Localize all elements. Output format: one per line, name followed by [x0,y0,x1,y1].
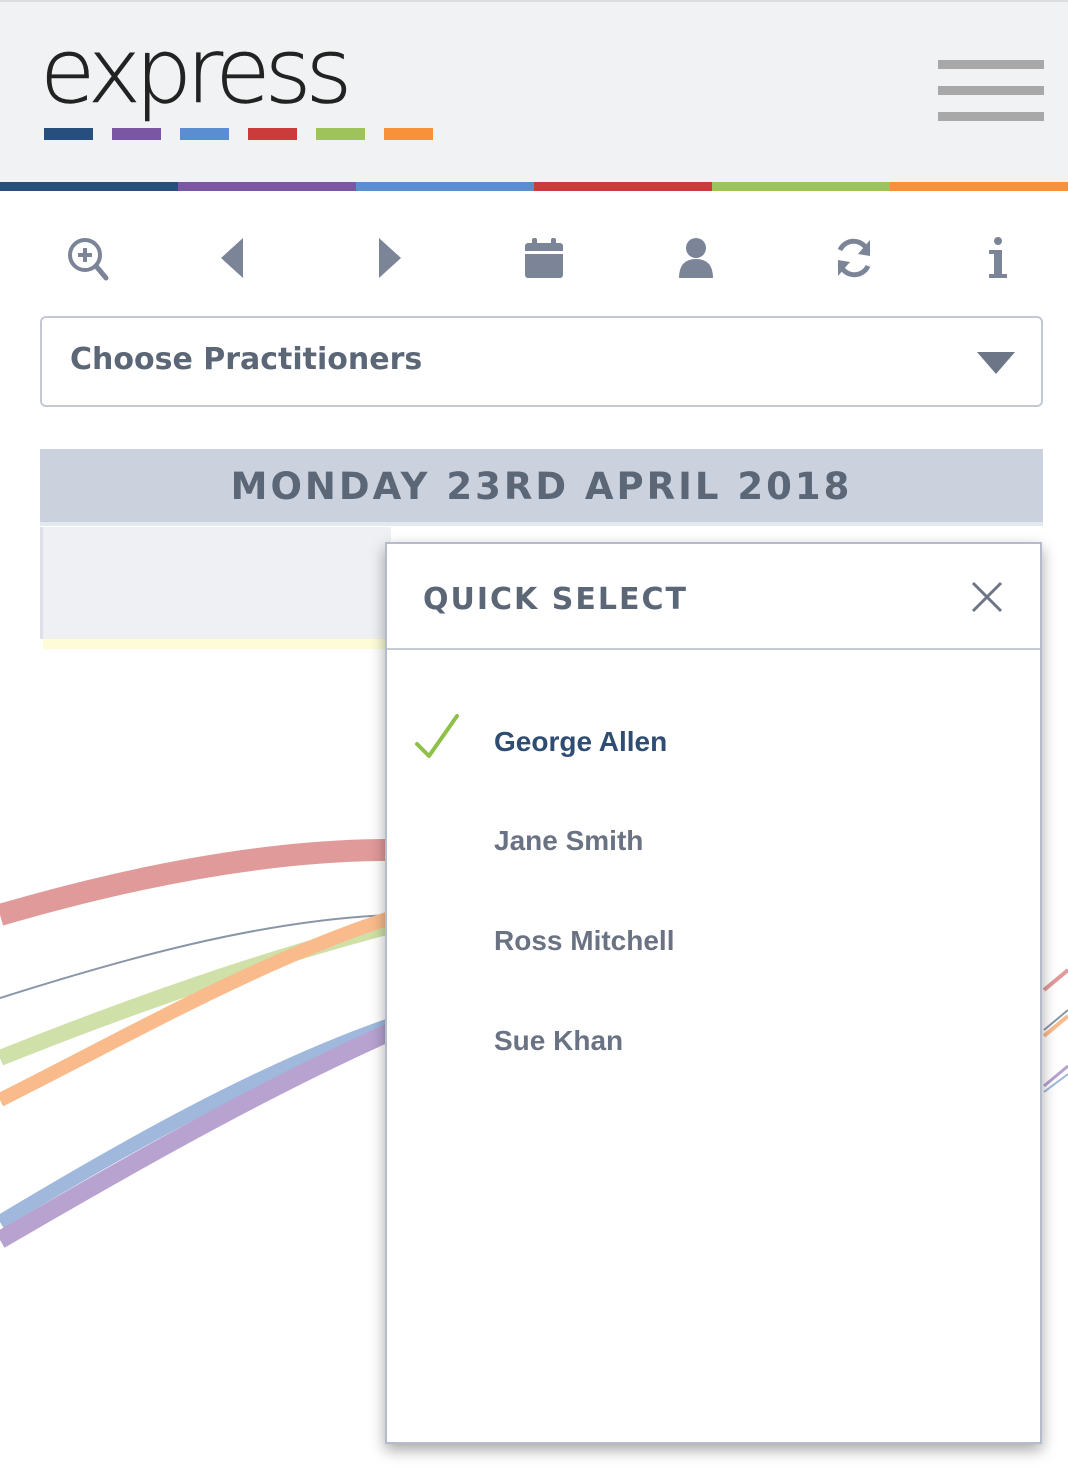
all-day-row [40,527,391,639]
info-icon[interactable] [968,228,1028,288]
select-label: Choose Practitioners [70,342,423,377]
chevron-right-icon[interactable] [360,228,420,288]
logo-bar-navy [44,128,93,140]
calendar-date-header: MONDAY 23RD APRIL 2018 [40,449,1043,526]
user-icon[interactable] [666,228,726,288]
practitioner-name: Ross Mitchell [494,925,675,956]
header-color-stripe [0,182,1068,191]
practitioner-name: Jane Smith [494,825,644,856]
hamburger-menu-icon[interactable] [938,60,1044,124]
panel-title: QUICK SELECT [423,582,688,617]
logo-bar-purple [112,128,161,140]
practitioner-item[interactable]: George Allen [387,706,1040,786]
practitioner-name: Sue Khan [494,1025,624,1056]
caret-down-icon [977,352,1015,374]
practitioner-item[interactable]: Ross Mitchell [387,905,1040,985]
date-heading: MONDAY 23RD APRIL 2018 [230,465,853,508]
logo-bar-blue [180,128,229,140]
checkmark-icon [415,714,459,758]
choose-practitioners-select[interactable]: Choose Practitioners [40,316,1043,407]
toolbar [0,228,1068,292]
logo-bar-orange [384,128,433,140]
zoom-in-icon[interactable] [58,228,118,288]
practitioner-name: George Allen [494,726,668,757]
refresh-icon[interactable] [824,228,884,288]
chevron-left-icon[interactable] [202,228,262,288]
quick-select-panel: QUICK SELECT George Allen Jane Smith Ros… [385,542,1042,1444]
practitioner-item[interactable]: Sue Khan [387,1005,1040,1085]
express-logo[interactable]: express [40,21,353,122]
practitioner-item[interactable]: Jane Smith [387,805,1040,885]
calendar-icon[interactable] [514,228,574,288]
close-icon[interactable] [970,580,1004,614]
logo-color-bars [44,128,433,140]
logo-bar-red [248,128,297,140]
app-header: express [0,0,1068,182]
logo-bar-green [316,128,365,140]
panel-header: QUICK SELECT [387,544,1040,650]
